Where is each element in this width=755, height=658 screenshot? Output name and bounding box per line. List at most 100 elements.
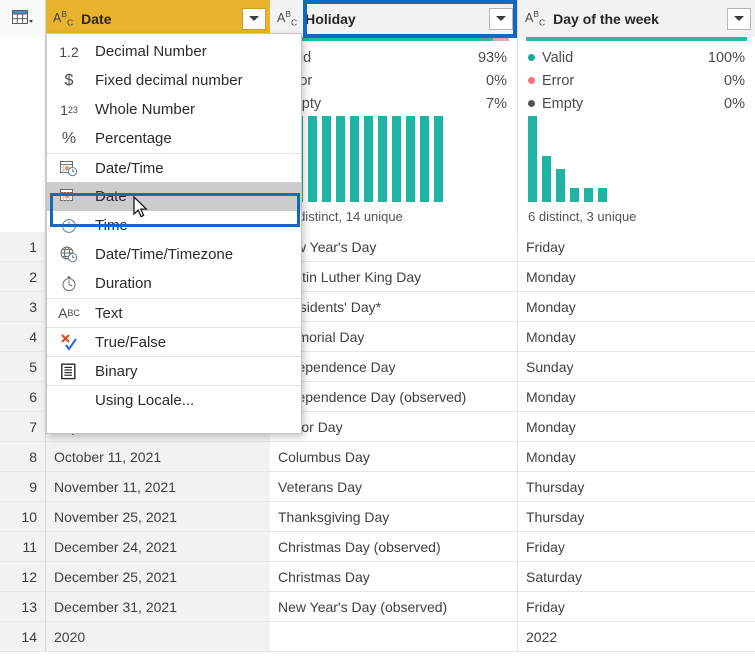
select-all-columns-button[interactable]: [0, 0, 46, 37]
cell-day-of-the-week[interactable]: Saturday: [518, 562, 755, 591]
cell-holiday[interactable]: New Year's Day (observed): [270, 592, 518, 621]
table-row[interactable]: 12 December 25, 2021 Christmas Day Saturday: [0, 562, 755, 592]
row-number[interactable]: 2: [0, 262, 46, 291]
menu-item-whole-number[interactable]: 1 2 3 Whole Number: [47, 95, 301, 124]
cell-date[interactable]: December 31, 2021: [46, 592, 270, 621]
cell-holiday[interactable]: Independence Day (observed): [270, 382, 518, 411]
cell-holiday[interactable]: [270, 622, 518, 651]
table-row[interactable]: 14 2020 2022: [0, 622, 755, 652]
menu-item-duration[interactable]: Duration: [47, 269, 301, 298]
row-number[interactable]: 9: [0, 472, 46, 501]
quality-stats-day-of-the-week: Valid 100% Error 0% Empty 0%: [526, 46, 747, 115]
row-number[interactable]: 11: [0, 532, 46, 561]
cell-day-of-the-week[interactable]: Monday: [518, 382, 755, 411]
menu-item-true-false[interactable]: True/False: [47, 327, 301, 356]
row-number[interactable]: 4: [0, 322, 46, 351]
menu-item-fixed-decimal-number[interactable]: $ Fixed decimal number: [47, 66, 301, 95]
column-header-holiday-chevron-down-icon[interactable]: [489, 7, 513, 30]
quality-bar-holiday: [278, 37, 509, 41]
histogram-bar: [528, 116, 537, 202]
menu-item-date-time[interactable]: Date/Time: [47, 153, 301, 182]
menu-item-label: Fixed decimal number: [95, 72, 243, 89]
menu-item-text[interactable]: A B C Text: [47, 298, 301, 327]
cell-day-of-the-week[interactable]: 2022: [518, 622, 755, 651]
histogram-bar: [584, 188, 593, 202]
table-row[interactable]: 8 October 11, 2021 Columbus Day Monday: [0, 442, 755, 472]
menu-item-date[interactable]: Date: [47, 182, 301, 211]
cell-day-of-the-week[interactable]: Friday: [518, 592, 755, 621]
column-headers-row: ABC Date ABC Holiday ABC Day of the week: [0, 0, 755, 37]
value-distribution-histogram-day-of-the-week[interactable]: [528, 116, 607, 202]
cell-date[interactable]: December 25, 2021: [46, 562, 270, 591]
table-row[interactable]: 11 December 24, 2021 Christmas Day (observ…: [0, 532, 755, 562]
row-number[interactable]: 12: [0, 562, 46, 591]
menu-item-date-time-timezone[interactable]: Date/Time/Timezone: [47, 240, 301, 269]
cell-holiday[interactable]: New Year's Day: [270, 232, 518, 261]
column-header-day-of-the-week-chevron-down-icon[interactable]: [727, 7, 751, 30]
table-row[interactable]: 10 November 25, 2021 Thanksgiving Day Thurs…: [0, 502, 755, 532]
abc-text-type-icon: ABC: [53, 9, 74, 28]
cell-holiday[interactable]: Christmas Day: [270, 562, 518, 591]
cell-day-of-the-week[interactable]: Friday: [518, 232, 755, 261]
row-number[interactable]: 6: [0, 382, 46, 411]
cell-holiday[interactable]: Thanksgiving Day: [270, 502, 518, 531]
cell-day-of-the-week[interactable]: Sunday: [518, 352, 755, 381]
menu-item-decimal-number[interactable]: 1.2 Decimal Number: [47, 37, 301, 66]
row-number[interactable]: 3: [0, 292, 46, 321]
quality-bar-day-of-the-week: [526, 37, 747, 41]
menu-item-percentage[interactable]: % Percentage: [47, 124, 301, 153]
error-dot-icon: [528, 77, 535, 84]
cell-day-of-the-week[interactable]: Friday: [518, 532, 755, 561]
row-number[interactable]: 14: [0, 622, 46, 651]
true-false-icon: [53, 333, 85, 351]
cell-date[interactable]: December 24, 2021: [46, 532, 270, 561]
table-row[interactable]: 9 November 11, 2021 Veterans Day Thursday: [0, 472, 755, 502]
cell-date[interactable]: 2020: [46, 622, 270, 651]
row-number[interactable]: 1: [0, 232, 46, 261]
menu-item-label: Date: [95, 188, 127, 205]
column-profile-day-of-the-week: Valid 100% Error 0% Empty 0% 6 distinct,…: [518, 37, 755, 232]
cell-holiday[interactable]: Independence Day: [270, 352, 518, 381]
cell-date[interactable]: November 25, 2021: [46, 502, 270, 531]
cell-holiday[interactable]: Presidents' Day*: [270, 292, 518, 321]
cell-day-of-the-week[interactable]: Thursday: [518, 472, 755, 501]
value-distribution-histogram-holiday[interactable]: [280, 116, 443, 202]
cell-day-of-the-week[interactable]: Monday: [518, 412, 755, 441]
menu-item-time[interactable]: Time: [47, 211, 301, 240]
cell-day-of-the-week[interactable]: Monday: [518, 292, 755, 321]
cell-holiday[interactable]: Veterans Day: [270, 472, 518, 501]
cell-day-of-the-week[interactable]: Thursday: [518, 502, 755, 531]
menu-item-binary[interactable]: Binary: [47, 356, 301, 385]
cell-holiday[interactable]: Columbus Day: [270, 442, 518, 471]
menu-item-label: Date/Time: [95, 159, 164, 177]
cell-date[interactable]: November 11, 2021: [46, 472, 270, 501]
mouse-cursor-icon: [133, 195, 150, 226]
cell-day-of-the-week[interactable]: Monday: [518, 322, 755, 351]
cell-holiday[interactable]: Labor Day: [270, 412, 518, 441]
menu-item-label: True/False: [95, 333, 167, 351]
histogram-bar: [392, 116, 401, 202]
cell-date[interactable]: October 11, 2021: [46, 442, 270, 471]
row-number[interactable]: 10: [0, 502, 46, 531]
menu-item-using-locale[interactable]: Using Locale...: [47, 385, 301, 414]
column-header-date[interactable]: ABC Date: [46, 0, 270, 37]
column-header-date-chevron-down-icon[interactable]: [242, 7, 266, 30]
cell-day-of-the-week[interactable]: Monday: [518, 262, 755, 291]
column-header-day-of-the-week[interactable]: ABC Day of the week: [518, 0, 755, 37]
percentage-icon: %: [61, 129, 77, 147]
row-number[interactable]: 7: [0, 412, 46, 441]
table-row[interactable]: 13 December 31, 2021 New Year's Day (obser…: [0, 592, 755, 622]
row-number[interactable]: 13: [0, 592, 46, 621]
cell-holiday[interactable]: Christmas Day (observed): [270, 532, 518, 561]
data-type-dropdown-menu[interactable]: 1.2 Decimal Number $ Fixed decimal number 1 2…: [46, 33, 302, 434]
row-number[interactable]: 5: [0, 352, 46, 381]
cell-holiday[interactable]: Martin Luther King Day: [270, 262, 518, 291]
empty-dot-icon: [528, 100, 535, 107]
row-number[interactable]: 8: [0, 442, 46, 471]
column-header-holiday[interactable]: ABC Holiday: [270, 0, 518, 37]
cell-holiday[interactable]: Memorial Day: [270, 322, 518, 351]
histogram-bar: [406, 116, 415, 202]
quality-valid-day-of-the-week: Valid 100%: [528, 46, 745, 69]
cell-day-of-the-week[interactable]: Monday: [518, 442, 755, 471]
profile-gutter: [0, 37, 46, 232]
